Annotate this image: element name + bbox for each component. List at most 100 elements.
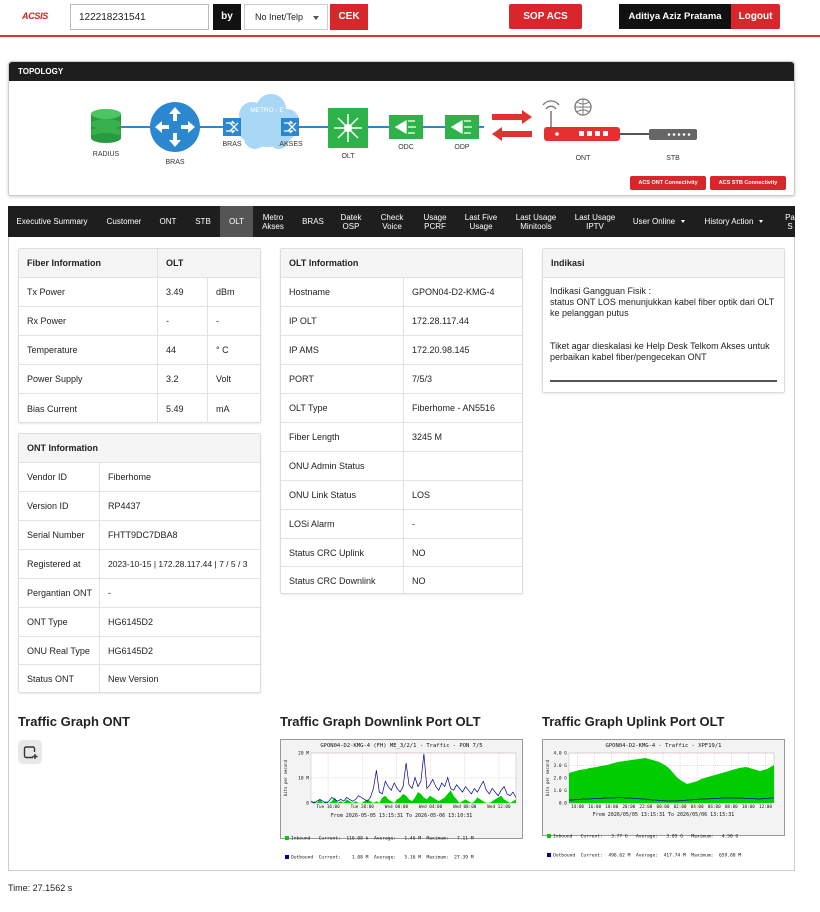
- tab-bras[interactable]: BRAS: [296, 206, 330, 237]
- topology-title: TOPOLOGY: [9, 62, 794, 81]
- row-label: Pergantian ONT: [27, 588, 93, 598]
- graph-legend: Inbound Current: 116.08 k Average: 1.46 …: [285, 824, 474, 873]
- row-unit: -: [207, 307, 261, 335]
- radius-icon[interactable]: [91, 109, 121, 143]
- add-graph-button[interactable]: [18, 740, 42, 764]
- row-label: ONU Real Type: [27, 645, 90, 656]
- downlink-traffic-graph: GPON04-D2-KMG-4 (FH) ME_3/2/1 - Traffic …: [280, 739, 523, 860]
- graph-ytick-label: 4.0 G: [553, 751, 567, 757]
- olt-icon[interactable]: [328, 108, 368, 148]
- ont-information-table: ONT Information Vendor ID Fiberhome Vers…: [18, 433, 261, 693]
- indikasi-line: Indikasi Gangguan Fisik :: [550, 286, 652, 296]
- table-row: Temperature 44 ° C: [19, 336, 260, 365]
- bras-label: BRAS: [165, 159, 184, 166]
- header-bar: ACSIS by No Inet/Telp CEK SOP ACS Aditiy…: [0, 0, 820, 37]
- bras2-label: BRAS: [222, 141, 241, 148]
- tab-olt[interactable]: OLT: [220, 206, 253, 237]
- graph-ylabel: bits per second: [545, 759, 550, 796]
- row-value: 172.20.98.145: [403, 336, 523, 364]
- table-header-row: OLT Information: [281, 249, 522, 278]
- cek-button[interactable]: CEK: [330, 4, 368, 30]
- row-label: Serial Number: [27, 530, 85, 540]
- search-type-select[interactable]: No Inet/Telp: [244, 4, 328, 30]
- tab-label-line1: Pa: [785, 212, 795, 222]
- fiber-information-table: Fiber Information OLT Tx Power 3.49 dBm …: [18, 248, 261, 423]
- ont-router-icon[interactable]: [542, 98, 620, 141]
- graph-xtick-label: 08:00: [725, 804, 738, 810]
- graph-xtick-label: 22:00: [639, 804, 652, 810]
- tab-history-action[interactable]: History Action: [699, 206, 769, 237]
- tab-user-online[interactable]: User Online: [628, 206, 690, 237]
- row-label: ONU Link Status: [289, 490, 357, 500]
- graph-xtick-label: 00:00: [656, 804, 669, 810]
- tab-last-five-usage[interactable]: Last Five Usage: [460, 206, 502, 237]
- search-input[interactable]: [70, 4, 209, 30]
- olt-label: OLT: [341, 153, 355, 160]
- row-value: Fiberhome - AN5516: [403, 394, 523, 422]
- row-label: Tx Power: [27, 287, 66, 297]
- tab-last-usage-iptv[interactable]: Last Usage IPTV: [570, 206, 620, 237]
- main-tab-bar: Executive Summary Customer ONT STB OLT M…: [8, 206, 795, 237]
- tab-overflow[interactable]: Pa S: [780, 206, 795, 237]
- row-value: RP4437: [99, 492, 261, 520]
- legend-text: Inbound Current: 3.77 G Average: 3.05 G …: [553, 834, 739, 840]
- tab-stb[interactable]: STB: [188, 206, 218, 237]
- row-value: [403, 452, 523, 480]
- odc-icon[interactable]: [389, 115, 423, 139]
- user-name-button[interactable]: Aditiya Aziz Pratama: [619, 4, 731, 29]
- table-header-row: Fiber Information OLT: [19, 249, 260, 278]
- indikasi-line: status ONT LOS menunjukkan kabel fiber o…: [550, 297, 775, 318]
- legend-swatch: [285, 854, 289, 859]
- legend-text: Outbound Current: 1.08 M Average: 5.16 M…: [291, 855, 474, 860]
- table-row: ONT Type HG6145D2: [19, 608, 260, 637]
- tab-usage-pcrf[interactable]: Usage PCRF: [418, 206, 452, 237]
- legend-inbound: Inbound Current: 116.08 k Average: 1.46 …: [285, 836, 474, 843]
- row-value: New Version: [99, 665, 261, 693]
- legend-swatch: [547, 852, 551, 857]
- sop-acs-button[interactable]: SOP ACS: [509, 4, 582, 29]
- search-type-value: No Inet/Telp: [255, 12, 304, 22]
- row-unit: mA: [207, 394, 261, 423]
- acs-stb-connectivity-button[interactable]: ACS STB Connectivity: [710, 176, 786, 190]
- tab-last-usage-minitools[interactable]: Last Usage Minitools: [511, 206, 561, 237]
- indikasi-body: Indikasi Gangguan Fisik : status ONT LOS…: [543, 278, 784, 363]
- graph-xtick-label: 18:00: [605, 804, 618, 810]
- bras-router-icon[interactable]: [150, 102, 200, 152]
- table-header-row: ONT Information: [19, 434, 260, 463]
- table-row: Vendor ID Fiberhome: [19, 463, 260, 492]
- odp-icon[interactable]: [445, 115, 479, 139]
- acsis-logo[interactable]: ACSIS: [22, 11, 48, 21]
- indikasi-line: Tiket agar dieskalasi ke Help Desk Telko…: [550, 341, 770, 362]
- logout-button[interactable]: Logout: [731, 4, 780, 29]
- tab-metro-akses[interactable]: Metro Akses: [256, 206, 290, 237]
- tab-executive-summary[interactable]: Executive Summary: [8, 206, 96, 237]
- graph-date-range: From 2026-05-05 13:15:31 To 2026-05-06 1…: [330, 813, 473, 819]
- stb-icon[interactable]: [649, 129, 697, 140]
- graph-ytick-label: 0.0: [559, 801, 567, 807]
- tab-check-voice[interactable]: Check Voice: [375, 206, 409, 237]
- table-row: Status CRC Downlink NO: [281, 567, 522, 594]
- acs-ont-connectivity-button[interactable]: ACS ONT Connectivity: [630, 176, 706, 190]
- graph-date-range: From 2026/05/05 13:15:31 To 2026/05/06 1…: [592, 812, 735, 818]
- row-value: -: [157, 307, 207, 335]
- table-row: OLT Type Fiberhome - AN5516: [281, 394, 522, 423]
- row-value: HG6145D2: [99, 608, 261, 636]
- tab-ont[interactable]: ONT: [152, 206, 184, 237]
- divider: [550, 380, 777, 382]
- table-row: Version ID RP4437: [19, 492, 260, 521]
- graph-ytick-label: 2.0 G: [553, 776, 567, 782]
- tab-datek-osp[interactable]: Datek OSP: [335, 206, 367, 237]
- akses-label: AKSES: [279, 141, 303, 148]
- execution-time: Time: 27.1562 s: [8, 883, 73, 893]
- chevron-down-icon: [681, 220, 686, 223]
- uplink-traffic-graph: GPON04-D2-KMG-4 - Traffic - XPF19/1 4.0 …: [542, 739, 785, 858]
- tab-customer[interactable]: Customer: [100, 206, 148, 237]
- row-label: Fiber Length: [289, 432, 340, 442]
- chevron-down-icon: [313, 16, 319, 20]
- tab-label-line1: Last Five: [464, 212, 498, 222]
- graph-xtick-label: Wed 00:00: [385, 804, 409, 810]
- table-header-cell: ONT Information: [27, 443, 98, 453]
- table-row: PORT 7/5/3: [281, 365, 522, 394]
- graph-xtick-label: Wed 12:00: [487, 804, 511, 810]
- table-row: Serial Number FHTT9DC7DBA8: [19, 521, 260, 550]
